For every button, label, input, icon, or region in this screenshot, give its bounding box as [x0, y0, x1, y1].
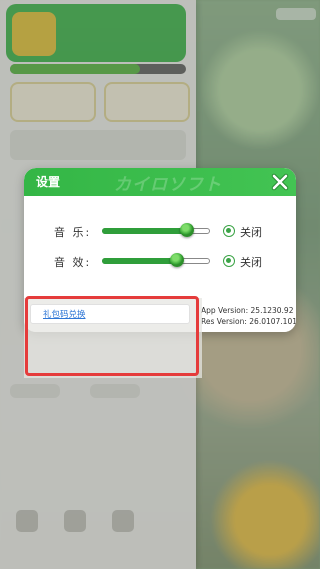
- close-x-icon: [271, 173, 289, 191]
- slider-fill: [102, 228, 187, 234]
- dialog-title: 设置: [36, 175, 61, 189]
- music-volume-slider[interactable]: [102, 223, 210, 237]
- sound-off-label[interactable]: 关闭: [240, 254, 262, 270]
- sound-off-radio[interactable]: [223, 255, 235, 267]
- sound-volume-slider[interactable]: [102, 253, 210, 267]
- app-version: App Version: 25.1230.92: [201, 306, 294, 315]
- gift-code-button[interactable]: 礼包码兑换: [30, 304, 190, 324]
- close-button[interactable]: [270, 172, 290, 192]
- music-label: 音 乐:: [54, 226, 92, 239]
- slider-fill: [102, 258, 177, 264]
- header-decor-text: カイロソフト: [114, 175, 222, 194]
- slider-thumb[interactable]: [170, 253, 184, 267]
- slider-thumb[interactable]: [180, 223, 194, 237]
- gift-code-link[interactable]: 礼包码兑换: [43, 308, 86, 320]
- res-version: Res Version: 26.0107.101: [201, 317, 296, 326]
- music-off-radio[interactable]: [223, 225, 235, 237]
- dialog-header: カイロソフト 设置: [24, 168, 296, 196]
- sound-label: 音 效:: [54, 256, 92, 269]
- music-off-label[interactable]: 关闭: [240, 224, 262, 240]
